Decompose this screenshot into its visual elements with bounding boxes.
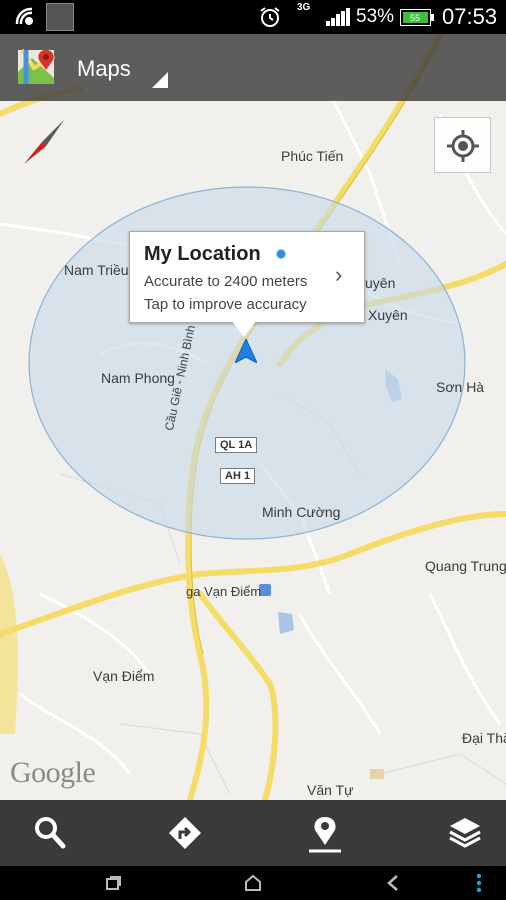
home-icon[interactable] [238, 872, 268, 894]
status-bar: 3G 53% 55 07:53 [0, 0, 506, 34]
directions-icon [169, 817, 201, 849]
building-marker [370, 769, 384, 779]
battery-percent: 53% [356, 6, 395, 27]
network-type: 3G [297, 2, 311, 13]
place-label[interactable]: Văn Tự [307, 782, 353, 798]
route-shield: QL 1A [215, 437, 258, 453]
battery-icon-label: 55 [410, 13, 420, 23]
place-label[interactable]: Quang Trung [425, 558, 506, 574]
location-dot-icon [276, 249, 286, 259]
map-canvas[interactable] [0, 34, 506, 800]
place-label[interactable]: Phúc Tiến [281, 148, 343, 164]
places-button[interactable] [274, 800, 374, 866]
wifi-signal-icon [15, 7, 33, 25]
search-icon [35, 817, 66, 849]
location-arrow-icon[interactable] [235, 339, 257, 363]
clock: 07:53 [442, 4, 498, 29]
app-notification-icon [46, 3, 74, 31]
river-edge [0, 554, 18, 734]
place-label[interactable]: Minh Cường [262, 504, 340, 520]
chevron-right-icon[interactable]: › [335, 262, 342, 288]
my-location-button[interactable] [434, 117, 491, 173]
search-button[interactable] [0, 800, 100, 866]
callout-hint-text: Tap to improve accuracy [144, 296, 307, 313]
overflow-menu-icon[interactable] [470, 872, 500, 894]
battery-icon: 55 [400, 9, 434, 26]
app-title[interactable]: Maps [77, 56, 131, 82]
place-label[interactable]: Xuyên [368, 307, 408, 323]
compass-icon[interactable] [20, 118, 68, 168]
google-logo: Google [10, 756, 96, 789]
back-icon[interactable] [378, 872, 408, 894]
places-pin-icon [309, 817, 341, 853]
alarm-icon [260, 7, 280, 27]
system-nav-bar [0, 866, 506, 900]
maps-app-icon[interactable] [18, 48, 58, 86]
place-label[interactable]: Đại Thắ [462, 730, 506, 746]
dropdown-triangle-icon[interactable] [152, 72, 168, 88]
place-label[interactable]: uyên [365, 275, 395, 291]
place-label[interactable]: Nam Triều [64, 262, 129, 278]
layers-icon [449, 818, 481, 848]
route-shield: AH 1 [220, 468, 256, 484]
action-bar: Maps [0, 34, 506, 101]
my-location-callout[interactable]: My Location Accurate to 2400 meters Tap … [129, 231, 365, 323]
recent-apps-icon[interactable] [98, 872, 128, 894]
signal-strength-icon [326, 8, 350, 26]
place-label[interactable]: Nam Phong [101, 370, 175, 386]
crosshair-icon [447, 130, 479, 162]
lake [278, 612, 294, 634]
map-view[interactable]: Phúc Tiến Nam Triều uyên Xuyên Nam Phong… [0, 34, 506, 800]
place-label[interactable]: Sơn Hà [436, 379, 484, 395]
place-label[interactable]: ga Vạn Điểm [186, 584, 261, 599]
callout-title: My Location [144, 243, 261, 265]
layers-button[interactable] [414, 800, 506, 866]
callout-tail [232, 321, 256, 337]
callout-accuracy-text: Accurate to 2400 meters [144, 273, 308, 290]
directions-button[interactable] [134, 800, 234, 866]
bottom-action-bar [0, 800, 506, 866]
place-label[interactable]: Vạn Điểm [93, 668, 154, 684]
